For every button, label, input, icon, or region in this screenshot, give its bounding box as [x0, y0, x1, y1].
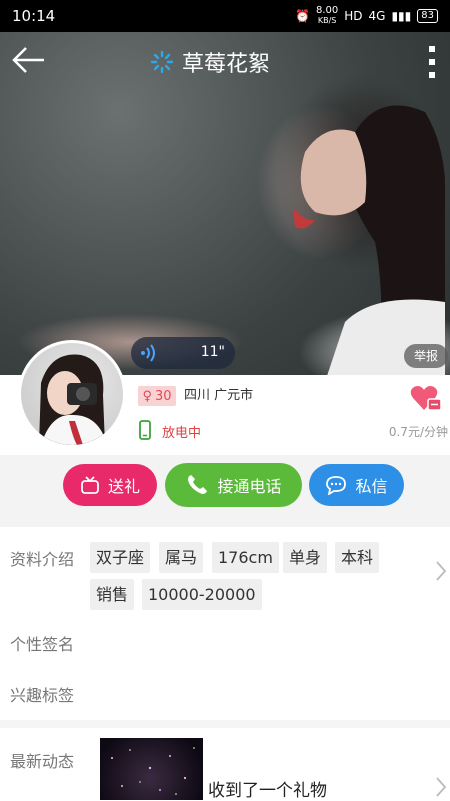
loading-spinner-icon	[150, 50, 174, 74]
call-button[interactable]: 接通电话	[165, 463, 302, 507]
section-divider	[0, 720, 450, 728]
back-arrow-icon[interactable]	[10, 44, 46, 76]
tag-occupation: 销售	[90, 579, 135, 610]
voice-intro-player[interactable]: 11"	[131, 337, 235, 369]
net-speed: 8.00 KB/S	[315, 5, 339, 26]
cover-person-illustration	[293, 105, 445, 375]
location-text: 四川 广元市	[184, 388, 254, 403]
tag-height: 176cm	[212, 542, 279, 573]
profile-intro-label: 资料介绍	[10, 550, 75, 569]
moment-thumbnail[interactable]	[100, 738, 203, 800]
signal-bars-icon: ▮▮▮	[391, 9, 412, 23]
voice-duration: 11"	[200, 344, 225, 360]
signature-label: 个性签名	[10, 635, 75, 654]
send-gift-label: 送礼	[107, 477, 140, 496]
report-button[interactable]: 举报	[404, 344, 448, 368]
page-title-group: 草莓花絮	[150, 46, 270, 78]
tag-zodiac: 双子座	[90, 542, 151, 573]
avatar-illustration	[39, 354, 107, 445]
tag-chinese-zodiac: 属马	[159, 542, 204, 573]
avatar[interactable]	[18, 340, 126, 448]
heart-follow-icon[interactable]	[410, 384, 442, 412]
battery-icon: 83	[417, 9, 438, 23]
private-message-label: 私信	[355, 477, 388, 496]
signal-icon: 4G	[368, 9, 386, 23]
tag-income: 10000-20000	[142, 579, 262, 610]
top-bar: 草莓花絮	[0, 32, 450, 90]
moment-thumbnail-image	[111, 747, 195, 795]
private-message-button[interactable]: 私信	[309, 464, 404, 506]
interest-tags-label: 兴趣标签	[10, 686, 75, 705]
chevron-right-icon[interactable]	[434, 776, 448, 798]
hd-indicator: HD	[344, 9, 363, 23]
alarm-icon: ⏰	[295, 9, 310, 23]
chevron-right-icon[interactable]	[434, 560, 448, 582]
more-menu-icon[interactable]	[424, 44, 440, 80]
gender-age-badge: ♀ 30	[138, 386, 176, 406]
latest-moments-label: 最新动态	[10, 752, 75, 771]
tag-education: 本科	[335, 542, 380, 573]
page-title: 草莓花絮	[182, 52, 271, 77]
age-value: 30	[154, 388, 172, 404]
phone-call-icon	[188, 475, 208, 494]
status-icons: ⏰ 8.00 KB/S HD 4G ▮▮▮ 83	[295, 6, 438, 26]
tag-marital-status: 单身	[283, 542, 328, 573]
gift-icon	[81, 476, 99, 494]
clock: 10:14	[12, 7, 56, 25]
call-price: 0.7元/分钟	[388, 425, 448, 439]
phone-status-icon	[139, 420, 151, 440]
status-bar: 10:14 ⏰ 8.00 KB/S HD 4G ▮▮▮ 83	[0, 0, 450, 32]
female-icon: ♀	[142, 388, 152, 404]
chat-bubble-icon	[326, 476, 347, 495]
moment-text: 收到了一个礼物	[208, 781, 327, 801]
send-gift-button[interactable]: 送礼	[63, 464, 157, 506]
sound-wave-icon	[141, 344, 155, 362]
online-status-text: 放电中	[162, 426, 202, 441]
call-label: 接通电话	[217, 477, 282, 496]
